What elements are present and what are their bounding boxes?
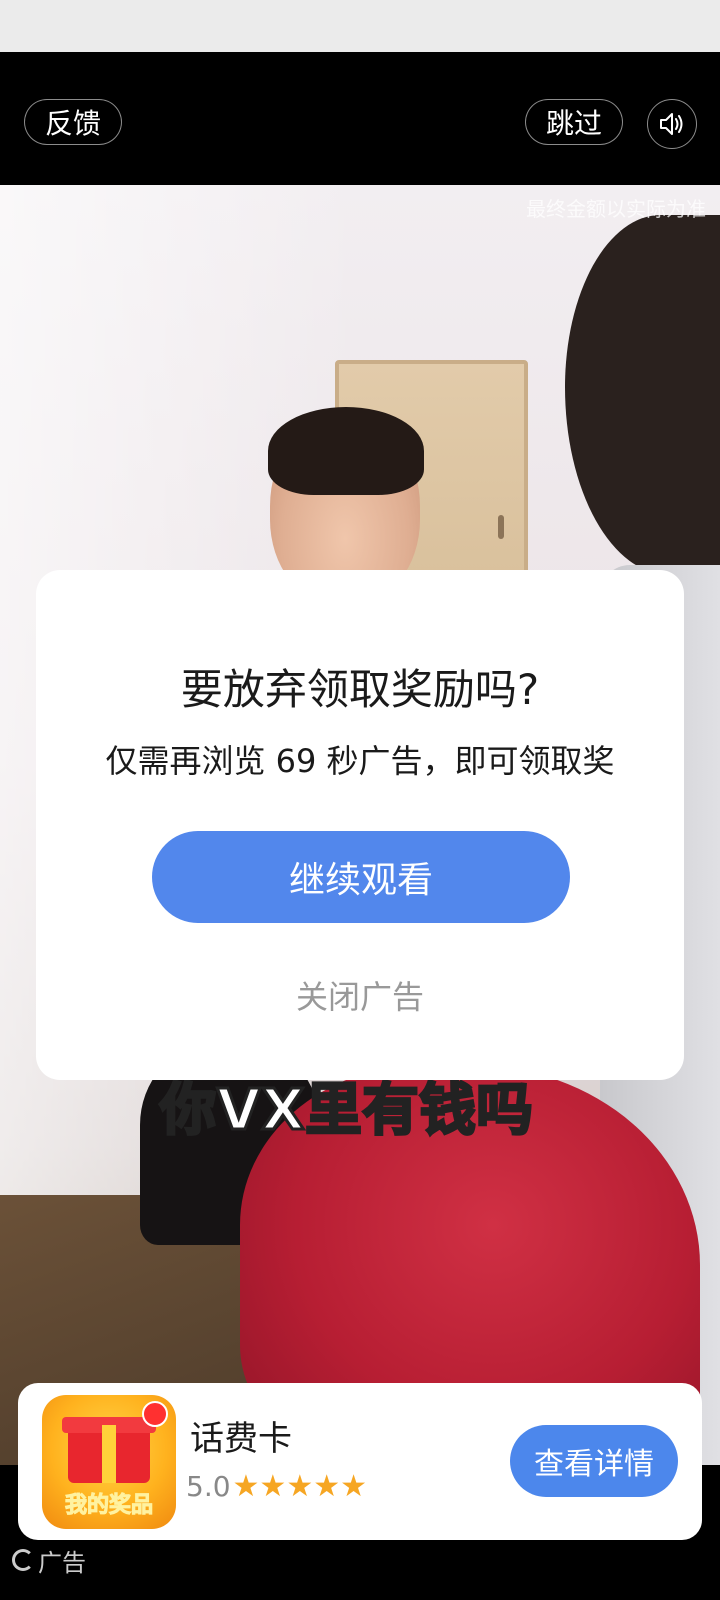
app-promo-card[interactable]: 我的奖品 话费卡 5.0 ★★★★★ 查看详情 — [18, 1383, 702, 1540]
app-icon[interactable]: 我的奖品 — [42, 1395, 176, 1529]
abandon-reward-dialog: 要放弃领取奖励吗? 仅需再浏览 69 秒广告，即可领取奖 继续观看 关闭广告 — [36, 570, 684, 1080]
rating-stars-icon: ★★★★★ — [232, 1469, 368, 1504]
app-name: 话费卡 — [190, 1419, 292, 1459]
app-icon-label: 我的奖品 — [64, 1493, 153, 1519]
dialog-title: 要放弃领取奖励吗? — [180, 665, 540, 714]
gift-ribbon — [102, 1425, 116, 1483]
ad-logo-icon — [12, 1549, 34, 1571]
skip-button[interactable]: 跳过 — [525, 99, 623, 145]
view-details-button[interactable]: 查看详情 — [510, 1425, 678, 1497]
feedback-button[interactable]: 反馈 — [24, 99, 122, 145]
close-ad-button[interactable]: 关闭广告 — [36, 972, 684, 1018]
dialog-description: 仅需再浏览 69 秒广告，即可领取奖 — [105, 742, 615, 780]
continue-watching-button[interactable]: 继续观看 — [152, 831, 570, 923]
sound-button[interactable] — [647, 99, 697, 149]
notification-dot — [142, 1401, 168, 1427]
ad-badge: 广告 — [12, 1540, 86, 1580]
ad-badge-label: 广告 — [38, 1548, 86, 1577]
status-bar — [0, 0, 720, 52]
app-rating: 5.0 ★★★★★ — [186, 1469, 367, 1504]
video-door-handle — [498, 515, 504, 539]
rating-value: 5.0 — [186, 1470, 231, 1503]
video-watermark: 最终金额以实际为准 — [526, 197, 706, 221]
video-person-hair-top — [268, 407, 424, 495]
speaker-icon — [660, 113, 683, 135]
